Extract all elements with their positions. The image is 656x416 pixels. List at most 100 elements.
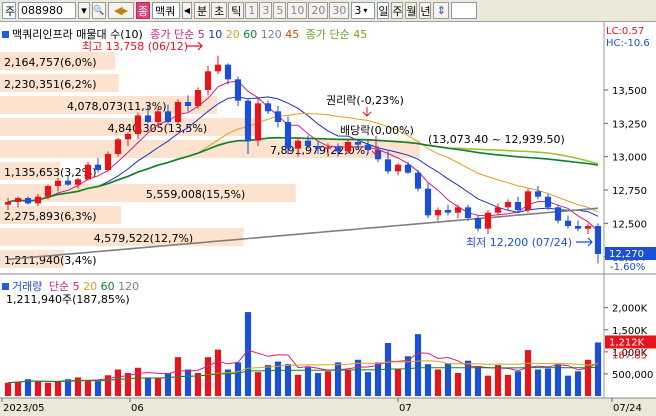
scroll-updown-button[interactable]: ⇕ xyxy=(433,2,450,19)
period-button-0[interactable]: 분 xyxy=(194,2,211,19)
current-price-label: 12,270 xyxy=(609,249,644,260)
year-label: 년 xyxy=(420,4,431,18)
period-button-4[interactable]: 3 xyxy=(259,2,273,19)
volume-bar xyxy=(324,371,332,396)
candle-body xyxy=(314,146,322,149)
period-button-6[interactable]: 10 xyxy=(287,2,308,19)
chevron-down-icon: ▾ xyxy=(81,4,87,17)
stock-code-input[interactable]: 088980 xyxy=(18,2,76,19)
volume-bar xyxy=(374,362,382,396)
candle-body xyxy=(24,198,32,204)
triangle-left-icon: ◀ xyxy=(183,6,191,15)
candle-body xyxy=(224,64,232,80)
volume-bar xyxy=(414,334,422,396)
candle-body xyxy=(514,202,522,210)
year-button[interactable]: 년 xyxy=(419,2,432,19)
day-button[interactable]: 일 xyxy=(377,2,390,19)
chevron-down-icon: ▾ xyxy=(363,6,368,15)
ma120-label: 120 xyxy=(260,28,282,41)
price-tick-label: 13,000 xyxy=(612,153,647,164)
ma60-label: 60 xyxy=(243,28,258,41)
price-tick-label: 12,750 xyxy=(612,186,647,197)
volume-bar xyxy=(454,373,462,396)
candle-body xyxy=(264,103,272,112)
candle-body xyxy=(564,220,572,226)
volume-profile-label: 1,135,653(3,2%) xyxy=(4,166,97,179)
extra-input[interactable] xyxy=(451,2,478,19)
updown-arrow-icon: ⇕ xyxy=(436,4,446,17)
volume-bar xyxy=(284,364,292,396)
chart-canvas[interactable]: 2,164,757(6,0%) 2,230,351(6,2%) 4,078,073(… xyxy=(0,22,656,416)
volume-bar xyxy=(354,359,362,396)
volume-profile-label: 4,579,522(12,7%) xyxy=(94,232,194,245)
volume-bar xyxy=(254,372,262,396)
candle-body xyxy=(284,122,292,149)
candle-body xyxy=(14,198,22,202)
period-button-2[interactable]: 틱 xyxy=(228,2,245,19)
volume-bar xyxy=(394,368,402,396)
volume-bar xyxy=(504,374,512,396)
collapse-icon[interactable] xyxy=(2,31,9,38)
candle-body xyxy=(304,140,312,146)
candle-body xyxy=(44,186,52,197)
dividend-note: 배당락(0,00%) xyxy=(340,124,414,137)
volume-bar xyxy=(264,365,272,396)
volume-bar xyxy=(114,369,122,396)
volume-profile-label: 4,078,073(11,3%) xyxy=(67,100,167,113)
volume-bar xyxy=(484,375,492,396)
volume-bar xyxy=(424,364,432,396)
period-button-3[interactable]: 1 xyxy=(245,2,259,19)
current-volume-pct-label: 187.85 xyxy=(612,350,647,361)
date-tick-label: 07 xyxy=(399,403,412,414)
candle-body xyxy=(454,207,462,213)
candle-body xyxy=(4,202,12,205)
period-button-1[interactable]: 초 xyxy=(211,2,228,19)
volume-bar xyxy=(574,371,582,396)
volume-bar xyxy=(54,381,62,396)
volume-bar xyxy=(164,373,172,396)
market-label: 주 xyxy=(5,4,16,18)
candle-body xyxy=(424,188,432,216)
volume-tick-label: 1,500K xyxy=(612,326,648,337)
price-tick-label: 13,250 xyxy=(612,119,647,130)
week-button[interactable]: 주 xyxy=(391,2,404,19)
volume-profile-label: 2,275,893(6,3%) xyxy=(4,210,97,223)
candle-body xyxy=(384,159,392,172)
volume-bar xyxy=(524,350,532,396)
sound-button[interactable]: ◀▸ xyxy=(108,2,134,19)
stock-dropdown-button[interactable]: ▾ xyxy=(78,2,90,19)
prev-button[interactable]: ◀ xyxy=(182,2,192,19)
current-volume-label: 1,211,940주(187,85%) xyxy=(6,293,130,306)
ma45-label: 종가 단순 45 xyxy=(305,28,368,41)
period-button-7[interactable]: 20 xyxy=(308,2,329,19)
ma10-label: 10 xyxy=(208,28,223,41)
volume-bar xyxy=(84,380,92,396)
market-selector[interactable]: 주 xyxy=(2,2,16,19)
candle-body xyxy=(124,134,132,140)
volume-bar xyxy=(334,362,342,396)
low-price-note: 최저 12,200 (07/24) xyxy=(466,236,572,249)
related-button[interactable]: 종 xyxy=(136,2,150,19)
range-note: (13,073.40 ~ 12,939.50) xyxy=(428,133,565,146)
candle-body xyxy=(164,111,172,122)
candle-body xyxy=(554,207,562,221)
candle-body xyxy=(254,103,262,141)
speaker-icon: ◀▸ xyxy=(114,4,128,17)
candle-body xyxy=(574,226,582,229)
period-button-8[interactable]: 30 xyxy=(329,2,350,19)
ma5-label: 5 xyxy=(197,28,205,41)
collapse-icon[interactable] xyxy=(2,283,9,290)
volume-bar xyxy=(34,380,42,396)
stock-search-button[interactable]: 🔍 xyxy=(92,2,106,19)
period-input[interactable]: 3 ▾ xyxy=(351,2,376,19)
volume-bar xyxy=(474,365,482,396)
candle-body xyxy=(34,196,42,204)
volume-bar xyxy=(554,364,562,396)
period-button-5[interactable]: 5 xyxy=(273,2,287,19)
candle-body xyxy=(474,218,482,229)
period-buttons: 분 초 틱 1 3 5 10 20 30 xyxy=(194,2,350,19)
price-legend: 맥쿼리인프라 매물대 수(10) 종가 단순 5 10 20 60 120 45… xyxy=(2,26,367,42)
month-button[interactable]: 월 xyxy=(405,2,418,19)
volume-profile-label: 5,559,008(15,5%) xyxy=(146,188,246,201)
ma20-label: 20 xyxy=(225,28,240,41)
